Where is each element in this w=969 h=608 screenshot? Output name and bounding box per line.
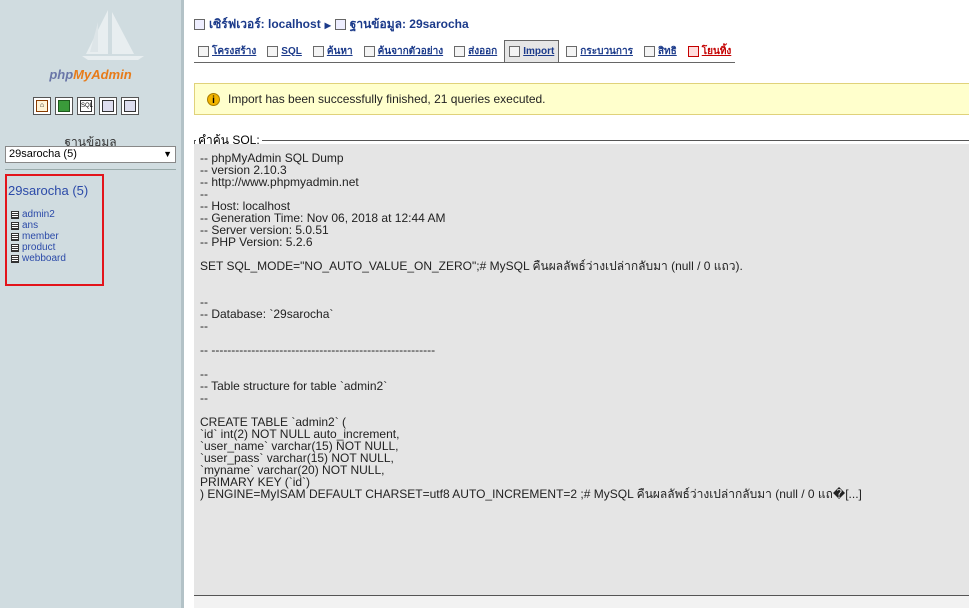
main-content-frame: เซิร์ฟเวอร์: localhost ▸ ฐานข้อมูล: 29sa… — [184, 0, 969, 608]
tab-operations[interactable]: กระบวนการ — [562, 42, 637, 60]
notice-text: Import has been successfully finished, 2… — [228, 92, 546, 106]
tab-label: Import — [523, 46, 555, 57]
tab-query[interactable]: ค้นจากตัวอย่าง — [359, 42, 448, 60]
sql-line: -- Table structure for table `admin2` — [200, 379, 388, 393]
table-link-webboard[interactable]: webboard — [22, 253, 66, 264]
table-icon[interactable] — [11, 210, 19, 219]
sql-line: -- Database: `29sarocha` — [200, 307, 334, 321]
tab-import[interactable]: Import — [504, 40, 560, 62]
table-list: admin2 ans member product webboard — [11, 209, 66, 264]
tab-export[interactable]: ส่งออก — [450, 42, 502, 60]
breadcrumb-separator-icon: ▸ — [324, 17, 331, 32]
success-notice: i Import has been successfully finished,… — [194, 83, 969, 115]
sql-line — [200, 356, 862, 368]
tab-label: สิทธิ — [657, 45, 677, 57]
sql-line: -- PHP Version: 5.2.6 — [200, 235, 313, 249]
table-list-item: admin2 — [11, 209, 66, 220]
home-icon[interactable]: ⌂ — [33, 97, 51, 115]
database-icon — [334, 19, 346, 30]
table-link-ans[interactable]: ans — [22, 220, 38, 231]
server-icon — [194, 19, 205, 30]
database-select[interactable]: 29sarocha (5) ▼ — [5, 146, 176, 163]
tab-bar: โครงสร้าง SQL ค้นหา ค้นจากตัวอย่าง ส่งออ… — [194, 40, 736, 63]
chevron-down-icon: ▼ — [163, 149, 172, 159]
table-link-product[interactable]: product — [22, 242, 55, 253]
table-list-item: member — [11, 231, 66, 242]
sql-line: -- — [200, 319, 208, 333]
info-icon: i — [207, 92, 220, 106]
database-title-link[interactable]: 29sarocha (5) — [8, 183, 88, 198]
logo-text-php: php — [49, 67, 74, 82]
breadcrumb-server[interactable]: เซิร์ฟเวอร์: localhost — [209, 15, 321, 34]
sql-line — [200, 272, 862, 284]
query-window-icon[interactable] — [55, 97, 73, 115]
table-list-item: ans — [11, 220, 66, 231]
table-icon[interactable] — [11, 254, 19, 263]
database-select-value: 29sarocha (5) — [9, 148, 77, 160]
tab-structure[interactable]: โครงสร้าง — [194, 42, 261, 60]
table-icon[interactable] — [11, 221, 19, 230]
changelog-icon[interactable] — [121, 97, 139, 115]
tab-label: SQL — [281, 45, 302, 57]
table-list-item: webboard — [11, 253, 66, 264]
sidebar-divider — [5, 169, 176, 170]
table-icon[interactable] — [11, 232, 19, 241]
tab-label: โครงสร้าง — [212, 45, 257, 57]
logo-text-myadmin: MyAdmin — [73, 67, 132, 82]
left-navigation-frame: phpMyAdmin ⌂ SQL ฐานข้อมูล 29sarocha (5)… — [0, 0, 181, 608]
operations-icon — [566, 45, 578, 57]
breadcrumb: เซิร์ฟเวอร์: localhost ▸ ฐานข้อมูล: 29sa… — [194, 15, 469, 34]
sql-box-footer — [194, 596, 969, 608]
export-icon — [454, 45, 466, 57]
sql-line: ) ENGINE=MyISAM DEFAULT CHARSET=utf8 AUT… — [200, 487, 862, 501]
sql-line: -- — [200, 391, 208, 405]
table-link-admin2[interactable]: admin2 — [22, 209, 55, 220]
sql-line: -- — [200, 187, 208, 201]
tab-label: ส่งออก — [468, 45, 498, 57]
sql-icon[interactable]: SQL — [77, 97, 95, 115]
table-list-item: product — [11, 242, 66, 253]
tab-privileges[interactable]: สิทธิ — [639, 42, 681, 60]
breadcrumb-database[interactable]: ฐานข้อมูล: 29sarocha — [350, 15, 469, 34]
sql-icon — [267, 45, 279, 57]
drop-icon — [687, 45, 699, 57]
sql-query-lines: -- phpMyAdmin SQL Dump -- version 2.10.3-… — [200, 152, 862, 500]
query-icon — [363, 45, 375, 57]
structure-icon — [198, 45, 209, 57]
sql-line: -- -------------------------------------… — [200, 343, 436, 357]
sailboat-logo-icon — [82, 10, 144, 60]
tab-label: กระบวนการ — [580, 45, 633, 57]
table-icon[interactable] — [11, 243, 19, 252]
sql-line — [200, 284, 862, 296]
import-icon — [509, 46, 521, 57]
sidebar-icon-row: ⌂ SQL — [33, 97, 139, 117]
logo-wordmark: phpMyAdmin — [0, 67, 181, 82]
sql-line: -- http://www.phpmyadmin.net — [200, 175, 359, 189]
tab-sql[interactable]: SQL — [263, 42, 306, 60]
sql-line: SET SQL_MODE="NO_AUTO_VALUE_ON_ZERO";# M… — [200, 259, 743, 273]
tab-drop[interactable]: โยนทิ้ง — [683, 42, 736, 60]
tab-search[interactable]: ค้นหา — [308, 42, 357, 60]
phpmyadmin-logo[interactable]: phpMyAdmin — [0, 8, 181, 82]
privileges-icon — [643, 45, 655, 57]
sql-query-box: -- phpMyAdmin SQL Dump -- version 2.10.3-… — [194, 144, 969, 595]
tab-label: ค้นจากตัวอย่าง — [377, 45, 444, 57]
search-icon — [312, 45, 324, 57]
docs-icon[interactable] — [99, 97, 117, 115]
table-link-member[interactable]: member — [22, 231, 59, 242]
tab-label: ค้นหา — [326, 45, 353, 57]
tab-label: โยนทิ้ง — [701, 45, 732, 57]
sql-line: -- phpMyAdmin SQL Dump — [200, 151, 344, 165]
